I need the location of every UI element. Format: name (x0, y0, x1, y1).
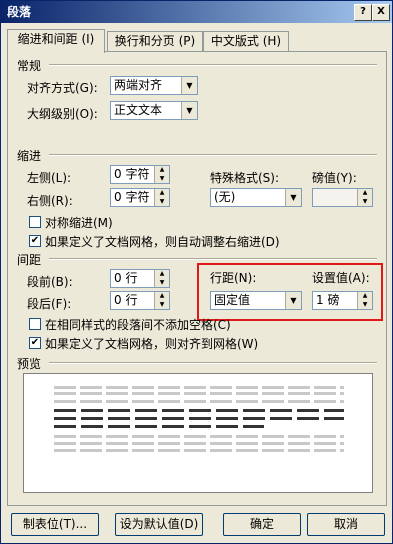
outline-level-select[interactable]: 正文文本 ▼ (110, 101, 198, 120)
right-indent-label: 右侧(R): (27, 194, 73, 208)
right-indent-spinner[interactable]: 0 字符 ▲ ▼ (110, 188, 170, 207)
special-indent-value: (无) (214, 190, 236, 204)
tabs-button[interactable]: 制表位(T)... (11, 513, 99, 536)
preview-line (54, 425, 264, 428)
mirror-indent-checkbox[interactable] (29, 216, 41, 228)
spin-up-icon[interactable]: ▲ (155, 189, 169, 197)
chevron-down-icon[interactable]: ▼ (285, 189, 301, 206)
outline-level-label: 大纲级别(O): (27, 107, 98, 121)
cancel-button[interactable]: 取消 (307, 513, 385, 536)
help-button[interactable]: ? (354, 4, 372, 21)
space-before-label: 段前(B): (27, 275, 73, 289)
preview-divider (49, 362, 377, 364)
left-indent-value: 0 字符 (114, 167, 150, 181)
outline-level-value: 正文文本 (114, 103, 163, 117)
general-divider (49, 64, 377, 66)
spin-down-icon[interactable]: ▼ (155, 175, 169, 183)
right-indent-value: 0 字符 (114, 190, 150, 204)
spin-up-icon[interactable]: ▲ (358, 189, 372, 197)
spin-down-icon[interactable]: ▼ (155, 301, 169, 309)
ok-button[interactable]: 确定 (223, 513, 301, 536)
window-title: 段落 (7, 5, 32, 19)
special-indent-select[interactable]: (无) ▼ (210, 188, 302, 207)
highlight-box (197, 263, 383, 321)
preview-line (54, 400, 344, 403)
no-space-same-style-label: 在相同样式的段落间不添加空格(C) (45, 318, 231, 332)
special-indent-label: 特殊格式(S): (210, 171, 280, 185)
tab-line-page-breaks[interactable]: 换行和分页 (P) (107, 31, 203, 51)
alignment-label: 对齐方式(G): (27, 81, 98, 95)
paragraph-dialog: 段落 ? X 缩进和间距 (I) 换行和分页 (P) 中文版式 (H) 常规 对… (0, 0, 393, 544)
indent-by-label: 磅值(Y): (312, 171, 357, 185)
preview-line (54, 386, 344, 389)
snap-to-grid-label: 如果定义了文档网格，则对齐到网格(W) (45, 337, 259, 351)
spacing-group-label: 间距 (17, 253, 42, 267)
left-indent-label: 左侧(L): (27, 171, 72, 185)
snap-to-grid-checkbox[interactable]: ✔ (29, 337, 41, 349)
preview-line (54, 409, 344, 412)
indent-group-label: 缩进 (17, 149, 42, 163)
space-before-value: 0 行 (114, 271, 138, 285)
space-after-value: 0 行 (114, 293, 138, 307)
spin-up-icon[interactable]: ▲ (155, 270, 169, 278)
no-space-same-style-checkbox[interactable] (29, 318, 41, 330)
tab-asian-typography[interactable]: 中文版式 (H) (203, 31, 289, 51)
preview-line (54, 392, 344, 395)
auto-adjust-indent-checkbox[interactable]: ✔ (29, 235, 41, 247)
auto-adjust-indent-label: 如果定义了文档网格，则自动调整右缩进(D) (45, 235, 280, 249)
preview-group-label: 预览 (17, 357, 42, 371)
preview-line (54, 417, 344, 420)
space-after-spinner[interactable]: 0 行 ▲ ▼ (110, 291, 170, 310)
chevron-down-icon[interactable]: ▼ (181, 77, 197, 94)
space-after-label: 段后(F): (27, 297, 72, 311)
close-button[interactable]: X (372, 4, 390, 21)
spin-up-icon[interactable]: ▲ (155, 292, 169, 300)
preview-pane (23, 373, 373, 493)
indent-by-spinner[interactable]: ▲ ▼ (312, 188, 373, 207)
alignment-value: 两端对齐 (114, 78, 163, 92)
title-bar: 段落 ? X (1, 1, 392, 23)
space-before-spinner[interactable]: 0 行 ▲ ▼ (110, 269, 170, 288)
spin-down-icon[interactable]: ▼ (155, 198, 169, 206)
preview-line (54, 435, 344, 438)
mirror-indent-label: 对称缩进(M) (45, 216, 113, 230)
general-group-label: 常规 (17, 59, 42, 73)
preview-line (54, 442, 344, 445)
indent-divider (49, 154, 377, 156)
spacing-divider (49, 258, 377, 260)
spin-up-icon[interactable]: ▲ (155, 166, 169, 174)
chevron-down-icon[interactable]: ▼ (181, 102, 197, 119)
preview-line (54, 449, 344, 452)
spin-down-icon[interactable]: ▼ (155, 279, 169, 287)
alignment-select[interactable]: 两端对齐 ▼ (110, 76, 198, 95)
spin-down-icon[interactable]: ▼ (358, 198, 372, 206)
left-indent-spinner[interactable]: 0 字符 ▲ ▼ (110, 165, 170, 184)
tab-indent-spacing[interactable]: 缩进和间距 (I) (7, 29, 105, 53)
set-default-button[interactable]: 设为默认值(D) (115, 513, 203, 536)
